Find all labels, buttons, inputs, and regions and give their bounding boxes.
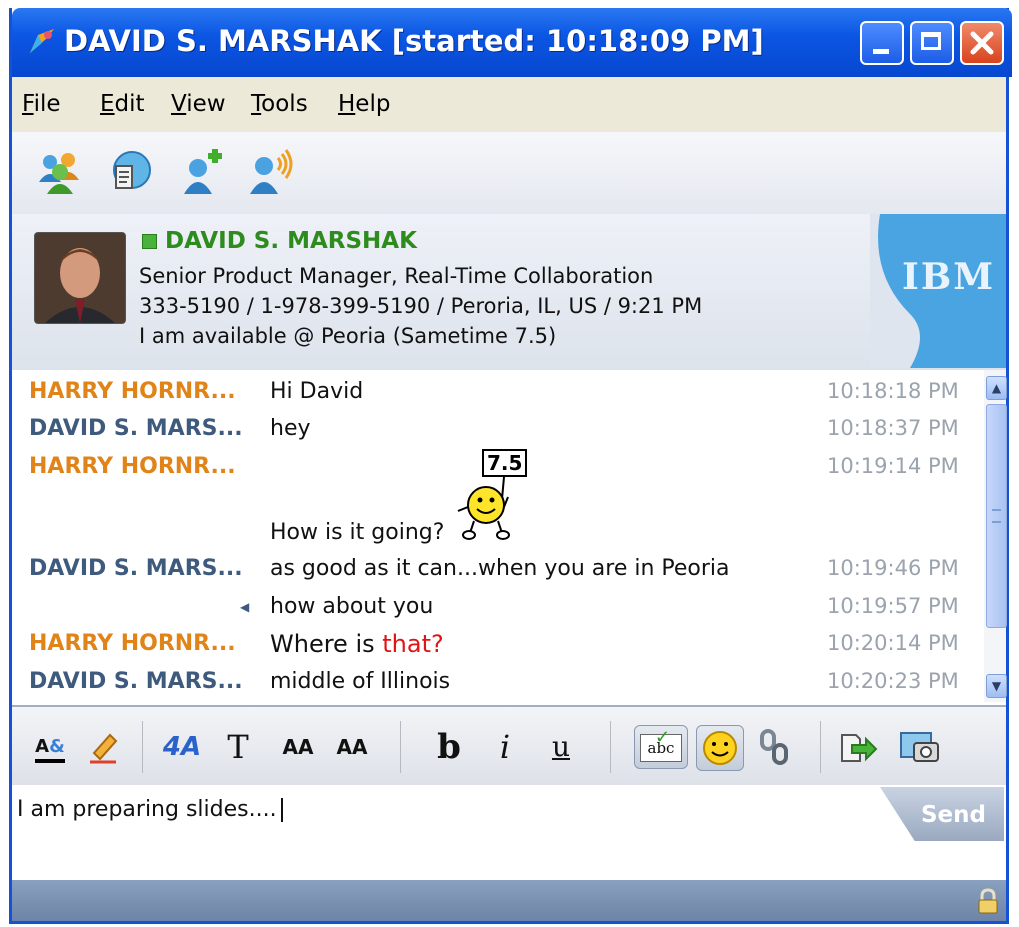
menu-file[interactable]: File	[22, 91, 61, 117]
smiley-icon	[703, 731, 737, 765]
text-caret	[280, 798, 283, 822]
menu-tools[interactable]: Tools	[251, 91, 308, 117]
emoticon-button[interactable]	[696, 725, 744, 771]
message-text: how about you	[270, 594, 434, 619]
contact-name: DAVID S. MARSHAK	[142, 228, 417, 254]
underline-button[interactable]: u	[546, 725, 576, 769]
contact-photo	[34, 232, 126, 324]
send-button[interactable]: Send	[880, 787, 1004, 841]
message-row: DAVID S. MARS... as good as it can...whe…	[12, 556, 982, 592]
message-text: middle of Illinois	[270, 669, 451, 694]
continuation-arrow-icon: ◀	[240, 600, 250, 614]
close-icon	[970, 31, 994, 55]
scroll-down-button[interactable]: ▼	[986, 674, 1007, 698]
text-style-button[interactable]: T	[218, 725, 258, 769]
message-time: 10:18:37 PM	[827, 416, 959, 440]
ibm-logo: IBM	[870, 214, 1006, 368]
chat-transcript[interactable]: HARRY HORNR... Hi David 10:18:18 PM DAVI…	[12, 370, 1006, 702]
shrink-font-button[interactable]: AA	[328, 725, 376, 769]
lock-icon	[978, 888, 998, 914]
smiley-sign-emoticon-icon: 7.5	[452, 449, 532, 544]
text-color-button[interactable]: A&	[30, 725, 70, 769]
spell-check-button[interactable]: abc ✓	[634, 725, 688, 769]
send-file-button[interactable]	[836, 725, 882, 769]
maximize-icon	[921, 32, 941, 50]
online-status-icon	[142, 234, 157, 249]
toolbar-separator	[400, 721, 401, 773]
message-row: HARRY HORNR... Where is that? 10:20:14 P…	[12, 630, 982, 667]
contact-status: I am available @ Peoria (Sametime 7.5)	[139, 324, 557, 348]
spell-check-icon: abc ✓	[640, 727, 682, 762]
font-icon: 4A	[162, 732, 202, 762]
contact-title: Senior Product Manager, Real-Time Collab…	[139, 264, 654, 288]
highlight-button[interactable]	[84, 725, 124, 769]
highlighter-icon	[90, 733, 118, 764]
message-text: Hi David	[270, 379, 364, 404]
status-bar	[12, 880, 1006, 921]
message-row: ◀ how about you 10:19:57 PM	[12, 594, 982, 630]
toolbar-separator	[610, 721, 611, 773]
message-time: 10:20:23 PM	[827, 669, 959, 693]
message-sender: HARRY HORNR...	[29, 454, 236, 479]
menu-help[interactable]: Help	[338, 91, 390, 117]
message-text: hey	[270, 416, 311, 441]
menu-edit[interactable]: Edit	[100, 91, 145, 117]
message-row: DAVID S. MARS... hey 10:18:37 PM	[12, 416, 982, 452]
screen-capture-button[interactable]	[896, 725, 944, 769]
link-icon	[760, 729, 788, 765]
business-card: DAVID S. MARSHAK Senior Product Manager,…	[12, 214, 1006, 372]
invite-others-icon[interactable]	[36, 148, 84, 196]
menu-view[interactable]: View	[171, 91, 226, 117]
title-bar[interactable]: DAVID S. MARSHAK [started: 10:18:09 PM]	[12, 8, 1012, 77]
message-text: Where is that?	[270, 630, 444, 658]
message-sender: DAVID S. MARS...	[29, 556, 243, 581]
main-toolbar	[12, 132, 1006, 215]
message-time: 10:19:57 PM	[827, 594, 959, 618]
grow-font-button[interactable]: AA	[274, 725, 322, 769]
add-contact-icon[interactable]	[178, 148, 226, 196]
message-time: 10:18:18 PM	[827, 379, 959, 403]
scroll-thumb[interactable]	[986, 404, 1007, 628]
contact-details: 333-5190 / 1-978-399-5190 / Peroria, IL,…	[139, 294, 703, 318]
text-color-icon: A&	[35, 735, 65, 763]
message-text: as good as it can...when you are in Peor…	[270, 556, 730, 581]
window-title: DAVID S. MARSHAK [started: 10:18:09 PM]	[64, 24, 764, 58]
message-input[interactable]: I am preparing slides....	[17, 797, 283, 822]
sametime-app-icon	[30, 29, 54, 53]
grip-icon	[992, 509, 1001, 523]
message-sender: DAVID S. MARS...	[29, 669, 243, 694]
message-sender: HARRY HORNR...	[29, 379, 236, 404]
message-time: 10:20:14 PM	[827, 631, 959, 655]
transcript-scrollbar[interactable]: ▲ ▼	[984, 370, 1007, 702]
call-icon[interactable]	[248, 148, 296, 196]
close-button[interactable]	[960, 21, 1004, 65]
toolbar-separator	[142, 721, 143, 773]
maximize-button[interactable]	[910, 21, 954, 65]
menu-bar: File Edit View Tools Help	[12, 77, 1006, 133]
bold-button[interactable]: b	[432, 725, 466, 769]
message-text: How is it going?	[270, 520, 445, 545]
message-row: HARRY HORNR... 10:19:14 PM How is it goi…	[12, 449, 982, 554]
message-row: HARRY HORNR... Hi David 10:18:18 PM	[12, 379, 982, 415]
message-time: 10:19:14 PM	[827, 454, 959, 478]
minimize-icon	[873, 49, 889, 54]
send-file-icon	[841, 734, 878, 762]
format-toolbar: A& 4A T AA AA b i u abc ✓	[12, 705, 1006, 788]
scroll-up-button[interactable]: ▲	[986, 376, 1007, 400]
minimize-button[interactable]	[860, 21, 904, 65]
screen-capture-icon	[900, 732, 939, 762]
italic-button[interactable]: i	[490, 725, 520, 769]
message-sender: HARRY HORNR...	[29, 631, 236, 656]
meeting-icon[interactable]	[106, 148, 154, 196]
message-input-area[interactable]: I am preparing slides.... Send	[12, 785, 1006, 880]
font-button[interactable]: 4A	[158, 725, 206, 769]
message-time: 10:19:46 PM	[827, 556, 959, 580]
hyperlink-button[interactable]	[754, 725, 794, 769]
message-sender: DAVID S. MARS...	[29, 416, 243, 441]
message-row: DAVID S. MARS... middle of Illinois 10:2…	[12, 669, 982, 705]
toolbar-separator	[820, 721, 821, 773]
chat-window: DAVID S. MARSHAK [started: 10:18:09 PM] …	[9, 8, 1012, 924]
